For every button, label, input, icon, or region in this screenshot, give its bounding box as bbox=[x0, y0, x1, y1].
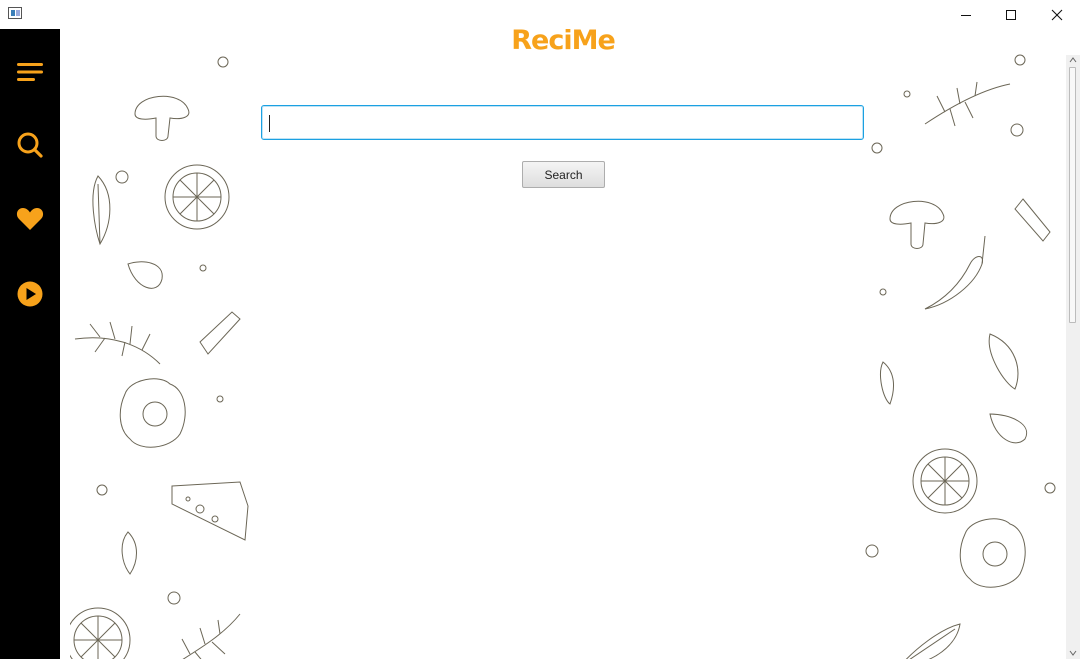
app-icon bbox=[8, 7, 22, 19]
search-input[interactable] bbox=[261, 105, 864, 140]
close-icon bbox=[1051, 9, 1063, 20]
maximize-button[interactable] bbox=[988, 0, 1034, 29]
maximize-icon bbox=[1006, 9, 1016, 20]
minimize-icon bbox=[961, 14, 971, 16]
sidebar-item-favorites[interactable] bbox=[15, 204, 45, 234]
main-content: ReciMe Search bbox=[60, 29, 1066, 659]
play-icon bbox=[17, 281, 43, 307]
title-bar bbox=[0, 0, 1080, 29]
scroll-down-icon[interactable] bbox=[1069, 649, 1077, 657]
app-logo: ReciMe bbox=[511, 29, 616, 56]
menu-icon bbox=[17, 63, 43, 81]
search-button[interactable]: Search bbox=[522, 161, 605, 188]
food-doodles-left bbox=[70, 56, 249, 659]
sidebar-item-search[interactable] bbox=[15, 130, 45, 160]
close-button[interactable] bbox=[1034, 0, 1080, 29]
sidebar-item-menu[interactable] bbox=[15, 57, 45, 87]
text-caret bbox=[269, 115, 270, 132]
search-icon bbox=[17, 132, 43, 158]
minimize-button[interactable] bbox=[943, 0, 989, 29]
heart-icon bbox=[16, 208, 44, 230]
sidebar bbox=[0, 29, 60, 659]
scroll-up-icon[interactable] bbox=[1069, 56, 1077, 64]
food-doodles-right bbox=[865, 54, 1056, 659]
sidebar-item-play[interactable] bbox=[15, 279, 45, 309]
scrollbar-thumb[interactable] bbox=[1069, 67, 1076, 323]
vertical-scrollbar[interactable] bbox=[1066, 55, 1080, 659]
